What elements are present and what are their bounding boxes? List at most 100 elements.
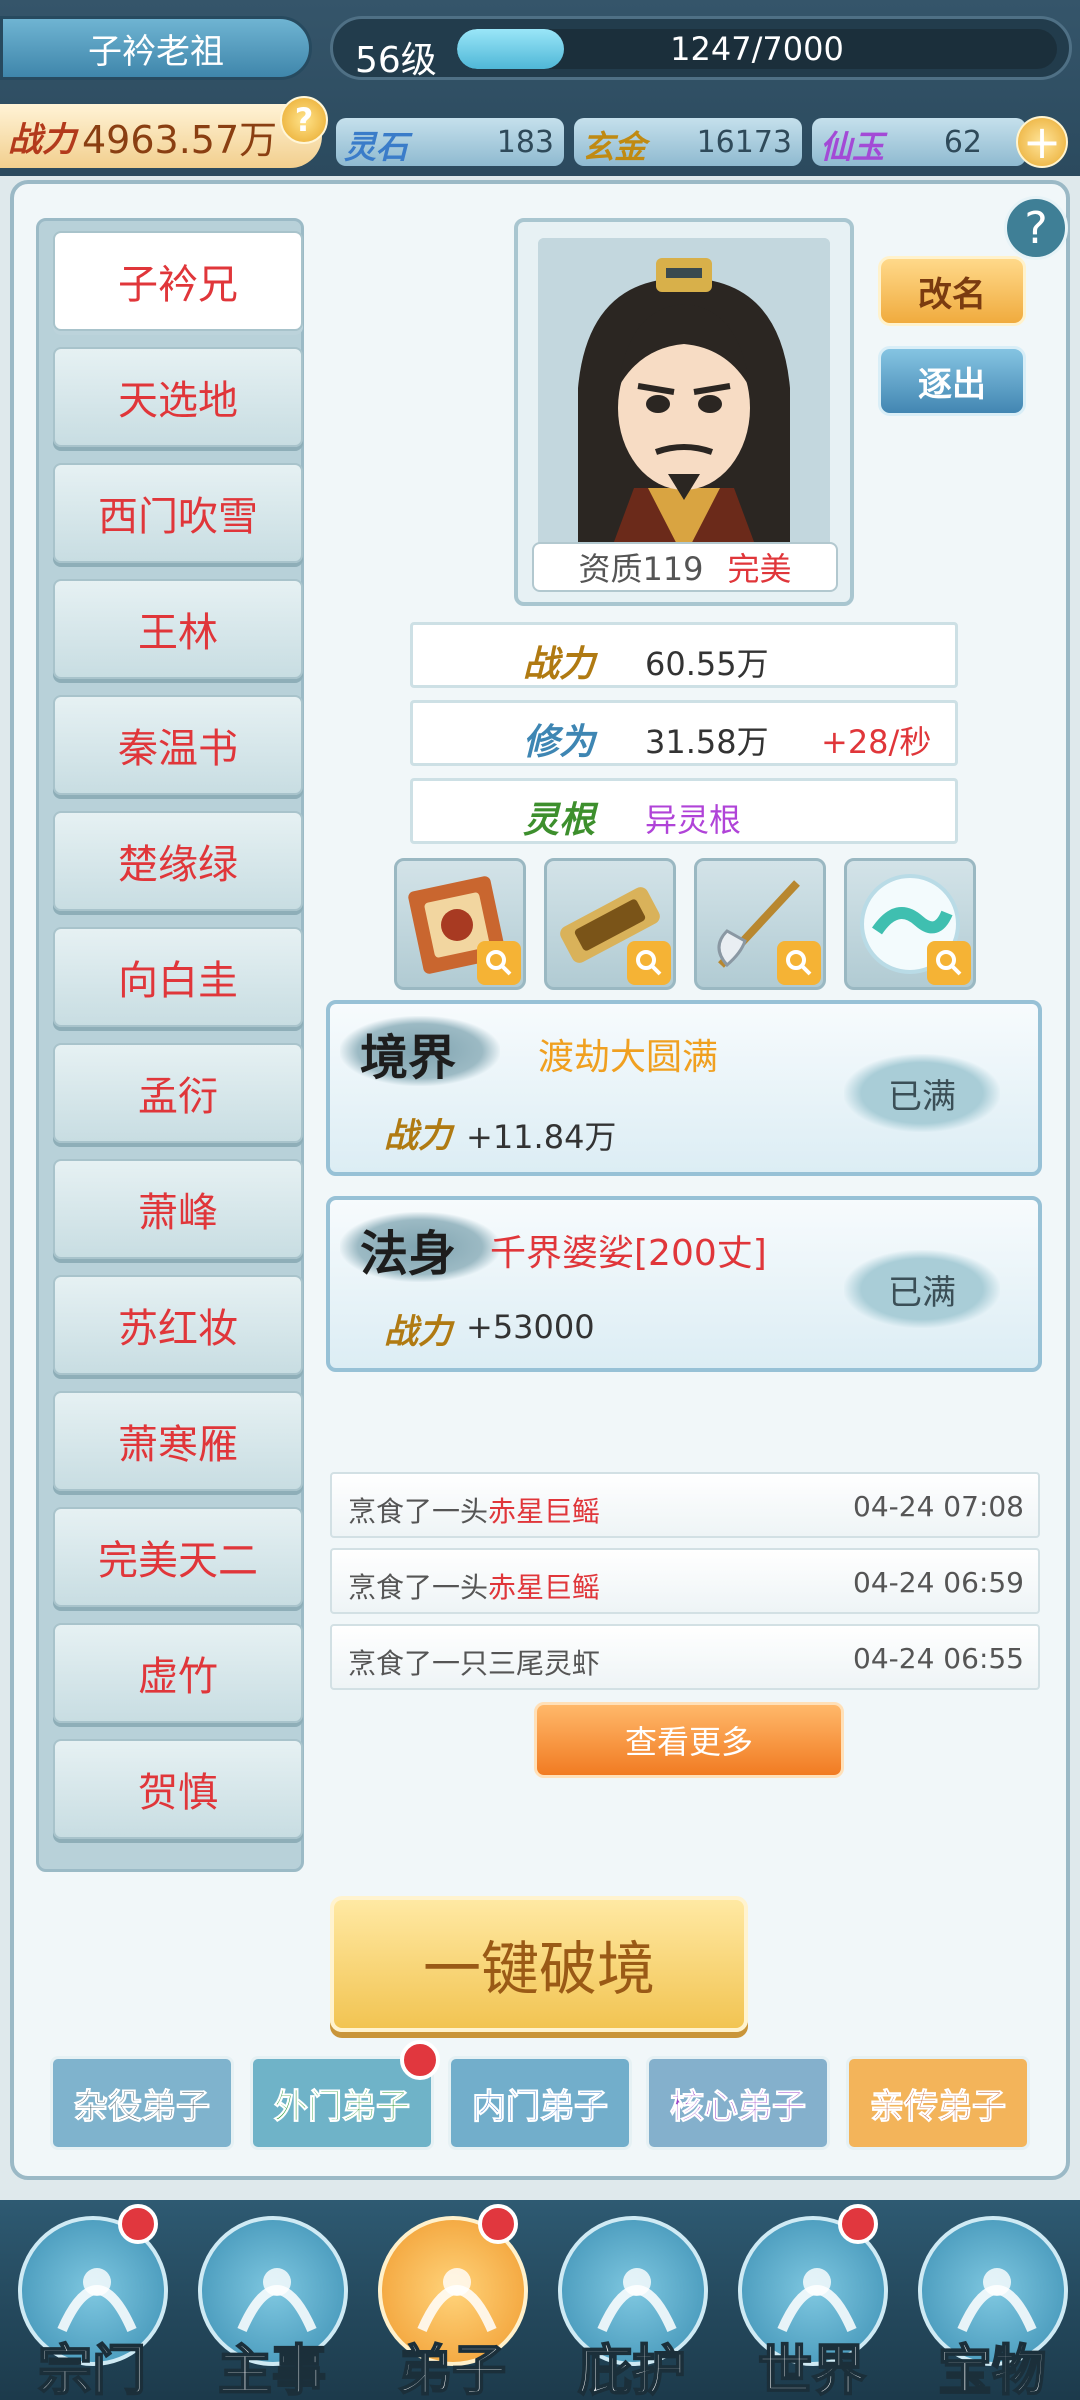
maxed-status: 已满	[844, 1250, 1000, 1328]
search-icon	[627, 941, 671, 985]
exp-progress-track: 1247/7000	[457, 29, 1057, 69]
search-icon	[477, 941, 521, 985]
add-currency-button[interactable]: +	[1016, 116, 1068, 168]
disciple-tier-tab[interactable]: 核心弟子	[646, 2056, 830, 2150]
notification-dot	[400, 2040, 440, 2080]
disciple-list-item[interactable]: 孟衍	[53, 1043, 303, 1143]
disciple-list-item[interactable]: 完美天二	[53, 1507, 303, 1607]
stat-label: 灵根	[523, 799, 596, 841]
nav-item[interactable]: 庇护	[544, 2208, 720, 2400]
resource-label: 玄金	[582, 128, 647, 166]
player-name-plate[interactable]: 子衿老祖	[0, 16, 312, 80]
equip-slot-axe[interactable]	[694, 858, 826, 990]
disciple-list-item[interactable]: 苏红妆	[53, 1275, 303, 1375]
notification-dot	[118, 2204, 158, 2244]
nav-label: 主事	[217, 2337, 327, 2400]
card-power-label: 战力	[384, 1312, 452, 1352]
stat-value: 60.55万	[645, 645, 769, 683]
view-more-button[interactable]: 查看更多	[534, 1702, 844, 1778]
log-time: 04-24 06:55	[853, 1642, 1024, 1675]
disciple-list-item[interactable]: 楚缘绿	[53, 811, 303, 911]
realm-card: 境界 渡劫大圆满 战力 +11.84万 已满	[326, 1000, 1042, 1176]
disciple-tier-tab[interactable]: 亲传弟子	[846, 2056, 1030, 2150]
disciple-list-item[interactable]: 虚竹	[53, 1623, 303, 1723]
card-power-value: +53000	[466, 1308, 595, 1346]
card-name: 渡劫大圆满	[538, 1037, 719, 1078]
panel-help-icon[interactable]: ?	[1004, 196, 1068, 260]
resource-value: 16173	[696, 125, 792, 160]
resource-mystic-gold: 玄金 16173	[574, 118, 802, 166]
aptitude-label: 资质119	[578, 550, 704, 588]
rename-button[interactable]: 改名	[878, 256, 1026, 326]
disciple-portrait	[538, 238, 830, 558]
equip-slot-scroll[interactable]	[544, 858, 676, 990]
nav-label: 宝物	[937, 2337, 1047, 2400]
disciple-list-item[interactable]: 贺慎	[53, 1739, 303, 1839]
nav-label: 弟子	[397, 2337, 507, 2400]
card-title: 境界	[360, 1030, 457, 1086]
card-title: 法身	[360, 1226, 457, 1282]
disciple-list-item[interactable]: 秦温书	[53, 695, 303, 795]
maxed-status: 已满	[844, 1054, 1000, 1132]
disciple-tier-tab[interactable]: 内门弟子	[448, 2056, 632, 2150]
disciple-list-item[interactable]: 王林	[53, 579, 303, 679]
disciple-list-item[interactable]: 天选地	[53, 347, 303, 447]
resource-spirit-stone: 灵石 183	[336, 118, 564, 166]
resource-value: 183	[496, 125, 554, 160]
disciple-list-item[interactable]: 向白圭	[53, 927, 303, 1027]
nav-item[interactable]: 宝物	[904, 2208, 1080, 2400]
stat-row-cultivation: 修为 31.58万 +28/秒	[410, 700, 958, 766]
log-text: 烹食了一头赤星巨鳐	[348, 1495, 601, 1528]
notification-dot	[838, 2204, 878, 2244]
resource-immortal-jade: 仙玉 62	[812, 118, 1026, 166]
aptitude-value: 完美	[727, 550, 792, 588]
resource-label: 灵石	[344, 128, 409, 166]
nav-item[interactable]: 主事	[184, 2208, 360, 2400]
exp-progress-text: 1247/7000	[670, 30, 844, 68]
cultivation-rate: +28/秒	[821, 723, 932, 761]
equip-slot-orb[interactable]	[844, 858, 976, 990]
log-time: 04-24 07:08	[853, 1490, 1024, 1523]
stat-row-power: 战力 60.55万	[410, 622, 958, 688]
card-power-value: +11.84万	[466, 1118, 617, 1156]
disciple-list-item[interactable]: 萧寒雁	[53, 1391, 303, 1491]
portrait-frame: 资质119 完美	[514, 218, 854, 606]
total-power-value: 4963.57万	[82, 117, 278, 162]
stat-row-spirit-root: 灵根 异灵根	[410, 778, 958, 844]
log-entry: 烹食了一头赤星巨鳐 04-24 07:08	[330, 1472, 1040, 1538]
log-text: 烹食了一头赤星巨鳐	[348, 1571, 601, 1604]
log-entry: 烹食了一只三尾灵虾 04-24 06:55	[330, 1624, 1040, 1690]
player-level: 56级	[355, 40, 437, 81]
disciple-list[interactable]: 子衿兄天选地西门吹雪王林秦温书楚缘绿向白圭孟衍萧峰苏红妆萧寒雁完美天二虚竹贺慎	[36, 218, 304, 1872]
disciple-list-item[interactable]: 西门吹雪	[53, 463, 303, 563]
one-click-breakthrough-button[interactable]: 一键破境	[330, 1896, 748, 2032]
card-name: 千界婆娑[200丈]	[490, 1233, 767, 1274]
card-power-label: 战力	[384, 1116, 452, 1156]
notification-dot	[478, 2204, 518, 2244]
stat-label: 修为	[523, 721, 596, 763]
equip-slot-token[interactable]	[394, 858, 526, 990]
disciple-tier-tab[interactable]: 杂役弟子	[50, 2056, 234, 2150]
expel-button[interactable]: 逐出	[878, 346, 1026, 416]
log-text: 烹食了一只三尾灵虾	[348, 1647, 601, 1680]
log-entry: 烹食了一头赤星巨鳐 04-24 06:59	[330, 1548, 1040, 1614]
stat-value: 31.58万	[645, 723, 769, 761]
search-icon	[927, 941, 971, 985]
power-help-icon[interactable]: ?	[280, 96, 328, 144]
nav-label: 宗门	[37, 2337, 147, 2400]
level-bar: 56级 1247/7000	[330, 16, 1072, 81]
player-name: 子衿老祖	[88, 31, 224, 72]
disciple-list-item[interactable]: 萧峰	[53, 1159, 303, 1259]
nav-label: 庇护	[577, 2337, 687, 2400]
resource-label: 仙玉	[820, 128, 885, 166]
resource-value: 62	[943, 125, 982, 160]
log-time: 04-24 06:59	[853, 1566, 1024, 1599]
stat-value: 异灵根	[645, 801, 742, 839]
nav-label: 世界	[757, 2337, 867, 2400]
aptitude-box: 资质119 完美	[532, 542, 838, 592]
portrait-illustration	[538, 238, 830, 558]
total-power-plate: 战力 4963.57万	[0, 104, 322, 168]
search-icon	[777, 941, 821, 985]
total-power-label: 战力	[8, 119, 76, 160]
disciple-list-item[interactable]: 子衿兄	[53, 231, 303, 331]
